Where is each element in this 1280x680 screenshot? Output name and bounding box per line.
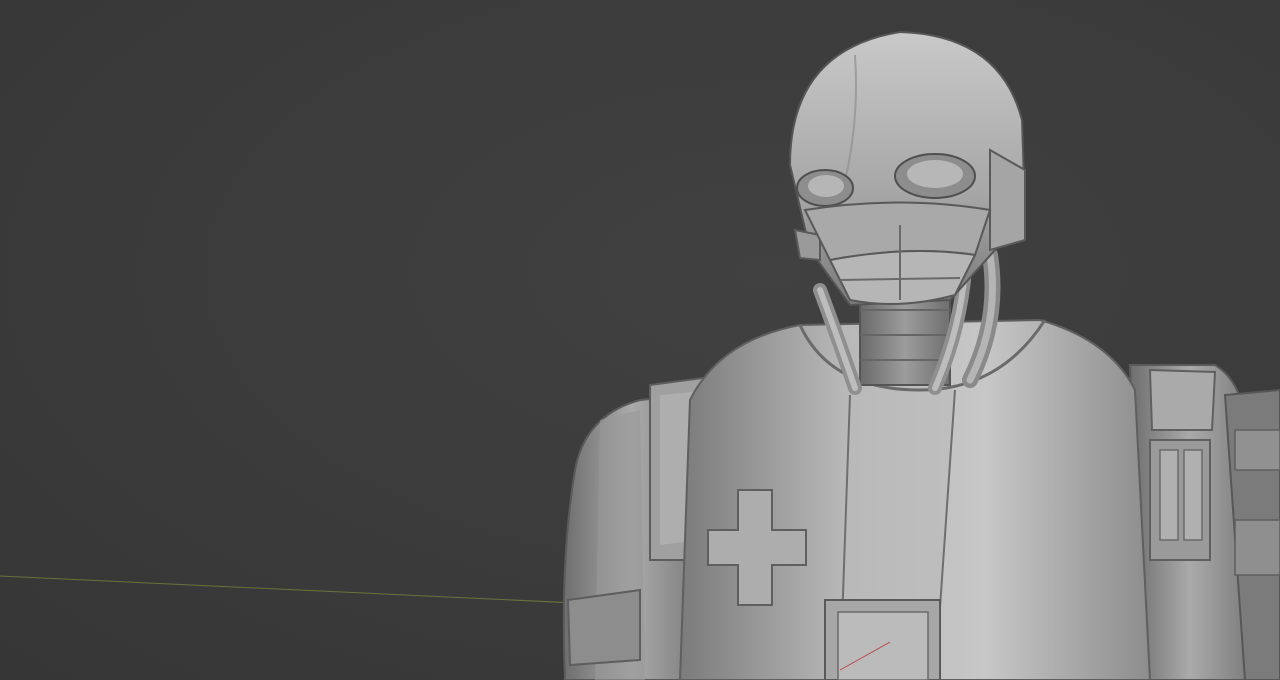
chest-box [824,599,941,680]
viewport-canvas[interactable] [0,0,1280,680]
right-eye-socket [894,153,976,199]
right-arm[interactable] [1128,364,1280,680]
3d-viewport[interactable] [0,0,1280,680]
left-eye-socket [796,169,854,207]
